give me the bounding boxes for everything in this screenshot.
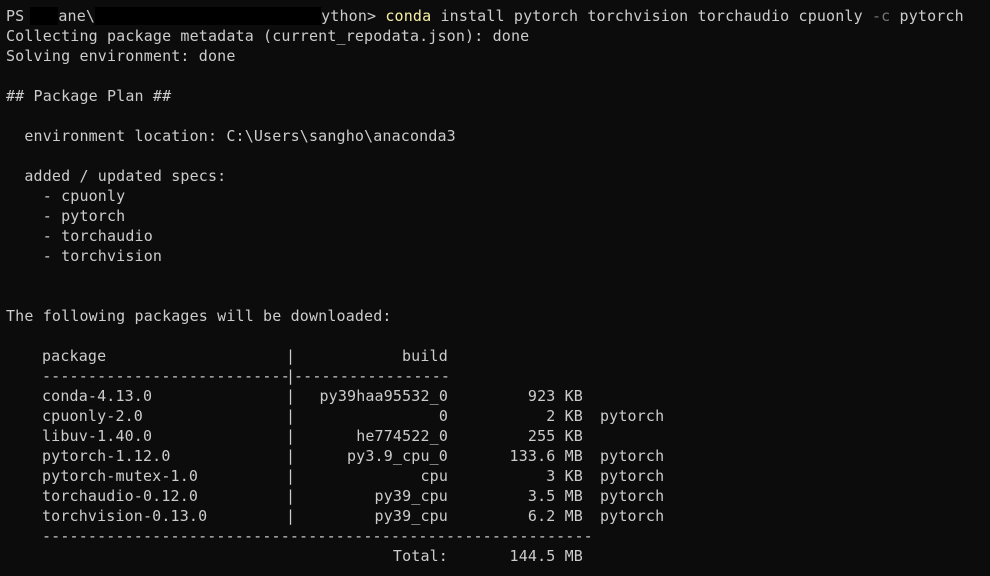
table-cell-size: 6.2 MB — [527, 507, 583, 525]
spec-item: - torchaudio — [6, 227, 153, 245]
table-cell-build: py39haa95532_0 — [319, 387, 448, 405]
table-bottom-separator: ----------------------------------------… — [42, 527, 593, 545]
redaction-bar — [30, 7, 59, 25]
total-value: 144.5 MB — [509, 547, 583, 565]
table-cell-channel: pytorch — [600, 507, 665, 525]
package-plan-header: ## Package Plan ## — [6, 87, 172, 105]
table-cell-package: libuv-1.40.0 — [42, 427, 153, 445]
table-column-divider: | — [286, 387, 296, 405]
table-cell-build: 0 — [438, 407, 448, 425]
command-flag: -c — [871, 7, 891, 25]
table-column-divider: | — [286, 487, 296, 505]
redaction-bar — [95, 7, 322, 25]
table-cell-channel: pytorch — [600, 487, 665, 505]
table-cell-size: 3 KB — [546, 467, 583, 485]
table-cell-channel: pytorch — [600, 447, 665, 465]
table-cell-package: pytorch-mutex-1.0 — [42, 467, 199, 485]
table-cell-channel: pytorch — [600, 407, 665, 425]
prompt-path-fragment: ython> — [321, 7, 386, 25]
table-column-divider: | — [286, 467, 296, 485]
output-line: Collecting package metadata (current_rep… — [6, 27, 530, 45]
command-channel: pytorch — [890, 7, 964, 25]
table-separator: --------------------------- — [42, 367, 290, 385]
table-cell-package: conda-4.13.0 — [42, 387, 153, 405]
table-header-package: package — [42, 347, 107, 365]
table-cell-size: 3.5 MB — [527, 487, 583, 505]
table-column-divider: | — [286, 427, 296, 445]
environment-location: environment location: C:\Users\sangho\an… — [6, 127, 456, 145]
spec-item: - cpuonly — [6, 187, 126, 205]
table-cell-size: 2 KB — [546, 407, 583, 425]
table-cell-package: torchaudio-0.12.0 — [42, 487, 199, 505]
table-cell-package: cpuonly-2.0 — [42, 407, 143, 425]
spec-item: - pytorch — [6, 207, 126, 225]
table-column-divider: | — [286, 347, 296, 365]
specs-header: added / updated specs: — [6, 167, 227, 185]
table-cell-size: 255 KB — [527, 427, 583, 445]
table-cell-build: py39_cpu — [374, 507, 448, 525]
table-cell-build: py3.9_cpu_0 — [347, 447, 448, 465]
output-line: Solving environment: done — [6, 47, 236, 65]
table-column-divider: | — [286, 507, 296, 525]
table-cell-build: he774522_0 — [356, 427, 448, 445]
table-cell-size: 133.6 MB — [509, 447, 583, 465]
table-cell-build: py39_cpu — [374, 487, 448, 505]
spec-item: - torchvision — [6, 247, 163, 265]
table-separator: ----------------- — [294, 367, 451, 385]
total-label: Total: — [392, 547, 448, 565]
table-column-divider: | — [286, 407, 296, 425]
prompt-path-fragment: ane\ — [58, 7, 96, 25]
table-cell-channel: pytorch — [600, 467, 665, 485]
table-cell-size: 923 KB — [527, 387, 583, 405]
table-cell-package: torchvision-0.13.0 — [42, 507, 208, 525]
table-cell-package: pytorch-1.12.0 — [42, 447, 171, 465]
command-name: conda — [385, 7, 432, 25]
table-column-divider: | — [286, 447, 296, 465]
prompt-line: PS ane\ ython> conda install pytorch torch… — [6, 6, 964, 26]
prompt-prefix: PS — [6, 7, 25, 25]
download-header: The following packages will be downloade… — [6, 307, 392, 325]
table-cell-build: cpu — [420, 467, 448, 485]
table-header-build: build — [402, 347, 448, 365]
terminal-window[interactable]: PS ane\ ython> conda install pytorch torch… — [0, 0, 990, 576]
command-args: install pytorch torchvision torchaudio c… — [431, 7, 872, 25]
